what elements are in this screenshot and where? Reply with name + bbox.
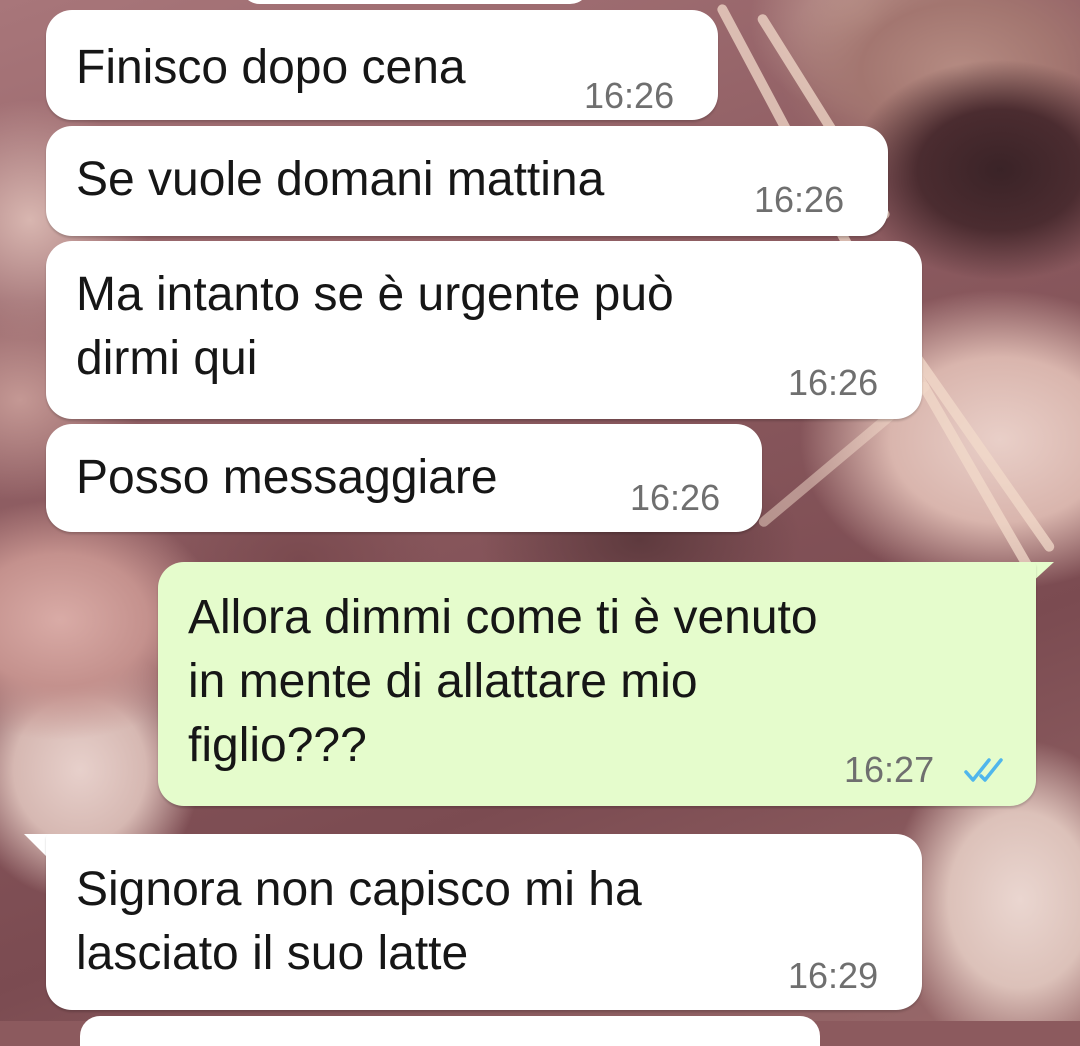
message-bubble-incoming[interactable]: Signora non capisco mi ha lasciato il su… bbox=[46, 834, 922, 1010]
message-bubble-incoming[interactable]: Ma intanto se è urgente può dirmi qui 16… bbox=[46, 241, 922, 419]
message-time: 16:29 bbox=[788, 955, 879, 996]
message-time: 16:26 bbox=[788, 362, 879, 403]
message-bubble-incoming[interactable]: Se vuole domani mattina 16:26 bbox=[46, 126, 888, 236]
message-time: 16:26 bbox=[754, 179, 845, 220]
double-check-icon bbox=[964, 758, 1003, 782]
message-text: Ma intanto se è urgente può dirmi qui bbox=[76, 268, 674, 385]
message-text: Finisco dopo cena bbox=[76, 41, 466, 94]
message-bubble-incoming[interactable]: Finisco dopo cena 16:26 bbox=[46, 10, 718, 120]
message-bubble-outgoing[interactable]: Allora dimmi come ti è venuto in mente d… bbox=[158, 562, 1036, 806]
message-bubble-incoming[interactable]: Posso messaggiare 16:26 bbox=[46, 424, 762, 532]
message-text: Signora non capisco mi ha lasciato il su… bbox=[76, 863, 642, 980]
message-time: 16:27 bbox=[844, 749, 935, 790]
message-text: Se vuole domani mattina bbox=[76, 153, 605, 206]
message-text: Allora dimmi come ti è venuto in mente d… bbox=[188, 591, 818, 772]
message-bubble-partial[interactable] bbox=[240, 0, 590, 4]
message-time: 16:26 bbox=[630, 477, 721, 518]
message-text: Posso messaggiare bbox=[76, 451, 498, 504]
message-time: 16:26 bbox=[584, 75, 675, 116]
